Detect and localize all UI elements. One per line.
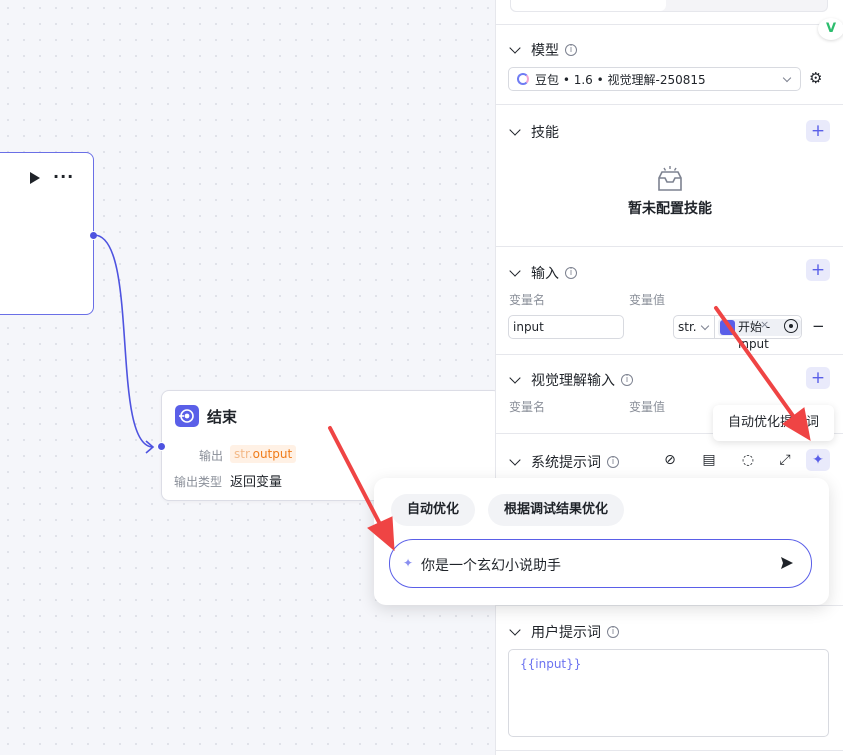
input-var-name-field[interactable]: input xyxy=(508,315,624,339)
bulb-icon[interactable]: ◌ xyxy=(740,452,756,468)
chevron-down-icon[interactable] xyxy=(700,321,710,331)
debug-optimize-chip[interactable]: 根据调试结果优化 xyxy=(488,494,625,526)
optimize-tooltip: 自动优化提示词 xyxy=(713,405,834,441)
info-icon[interactable]: i xyxy=(607,626,619,638)
skills-empty-state: 暂未配置技能 xyxy=(496,166,843,218)
tab-active[interactable] xyxy=(511,0,666,11)
doubao-logo-icon xyxy=(517,73,529,85)
optimize-input[interactable]: ✦ 你是一个玄幻小说助手 xyxy=(389,539,812,588)
node-config-panel: ꓦ 模型 i 豆包 • 1.6 • 视觉理解-250815 ⚙ 技能 + 暂未配置… xyxy=(495,0,843,755)
gear-icon[interactable]: ⚙ xyxy=(809,71,823,86)
add-vision-input-button[interactable]: + xyxy=(806,367,830,389)
col-var-name: 变量名 xyxy=(509,400,546,414)
info-icon[interactable]: i xyxy=(565,44,577,56)
input-port[interactable] xyxy=(157,442,166,451)
user-prompt-editor[interactable]: {{input}} xyxy=(508,649,829,737)
clear-icon[interactable]: × xyxy=(760,318,769,331)
compass-icon[interactable]: ⊘ xyxy=(662,452,678,468)
output-type-value: 返回变量 xyxy=(230,475,283,490)
prompt-library-icon[interactable]: ▤ xyxy=(701,452,717,468)
start-node-icon xyxy=(720,320,735,335)
col-var-value: 变量值 xyxy=(629,400,666,414)
info-icon[interactable]: i xyxy=(565,267,577,279)
skills-empty-text: 暂未配置技能 xyxy=(628,201,712,217)
chevron-down-icon[interactable] xyxy=(509,454,521,466)
chevron-down-icon xyxy=(782,73,792,83)
expand-icon[interactable]: ⤢ xyxy=(777,452,793,468)
info-icon[interactable]: i xyxy=(607,456,619,468)
sparkle-icon: ✦ xyxy=(403,556,414,570)
chevron-down-icon[interactable] xyxy=(509,124,521,136)
send-icon[interactable] xyxy=(780,556,794,570)
model-section-header[interactable]: 模型 i xyxy=(508,40,577,60)
empty-box-icon xyxy=(658,166,682,191)
system-prompt-section-header[interactable]: 系统提示词 i xyxy=(508,452,619,472)
col-var-name: 变量名 xyxy=(509,293,546,307)
vision-input-section-header[interactable]: 视觉理解输入 i xyxy=(508,370,633,390)
input-var-value-field[interactable]: str. 开始 - input xyxy=(673,315,802,351)
auto-optimize-button[interactable]: ✦ xyxy=(806,449,830,471)
target-icon[interactable] xyxy=(784,319,798,333)
remove-row-icon[interactable]: − xyxy=(812,317,825,335)
user-prompt-section-header[interactable]: 用户提示词 i xyxy=(508,622,619,642)
chevron-down-icon[interactable] xyxy=(509,42,521,54)
chevron-down-icon[interactable] xyxy=(509,372,521,384)
end-node-title: 结束 xyxy=(207,408,238,426)
input-section-header[interactable]: 输入 i xyxy=(508,263,577,283)
output-type-label: 输出类型 xyxy=(174,475,223,489)
add-skill-button[interactable]: + xyxy=(806,120,830,142)
chevron-down-icon[interactable] xyxy=(509,624,521,636)
optimize-popup: 自动优化 根据调试结果优化 ✦ 你是一个玄幻小说助手 xyxy=(374,478,829,605)
chevron-down-icon[interactable] xyxy=(509,265,521,277)
info-icon[interactable]: i xyxy=(621,374,633,386)
optimize-input-text[interactable]: 你是一个玄幻小说助手 xyxy=(421,555,561,575)
var-type-select[interactable]: str. xyxy=(678,319,697,336)
add-input-button[interactable]: + xyxy=(806,259,830,281)
brand-badge-icon: ꓦ xyxy=(818,18,843,40)
end-node-icon xyxy=(175,405,199,427)
output-var-tag: str.output xyxy=(230,445,297,463)
panel-tabs[interactable] xyxy=(510,0,828,12)
col-var-value: 变量值 xyxy=(629,293,666,307)
skills-section-header[interactable]: 技能 xyxy=(508,122,559,142)
model-select[interactable]: 豆包 • 1.6 • 视觉理解-250815 xyxy=(508,67,801,91)
auto-optimize-chip[interactable]: 自动优化 xyxy=(391,494,476,526)
output-label: 输出 xyxy=(199,449,224,463)
